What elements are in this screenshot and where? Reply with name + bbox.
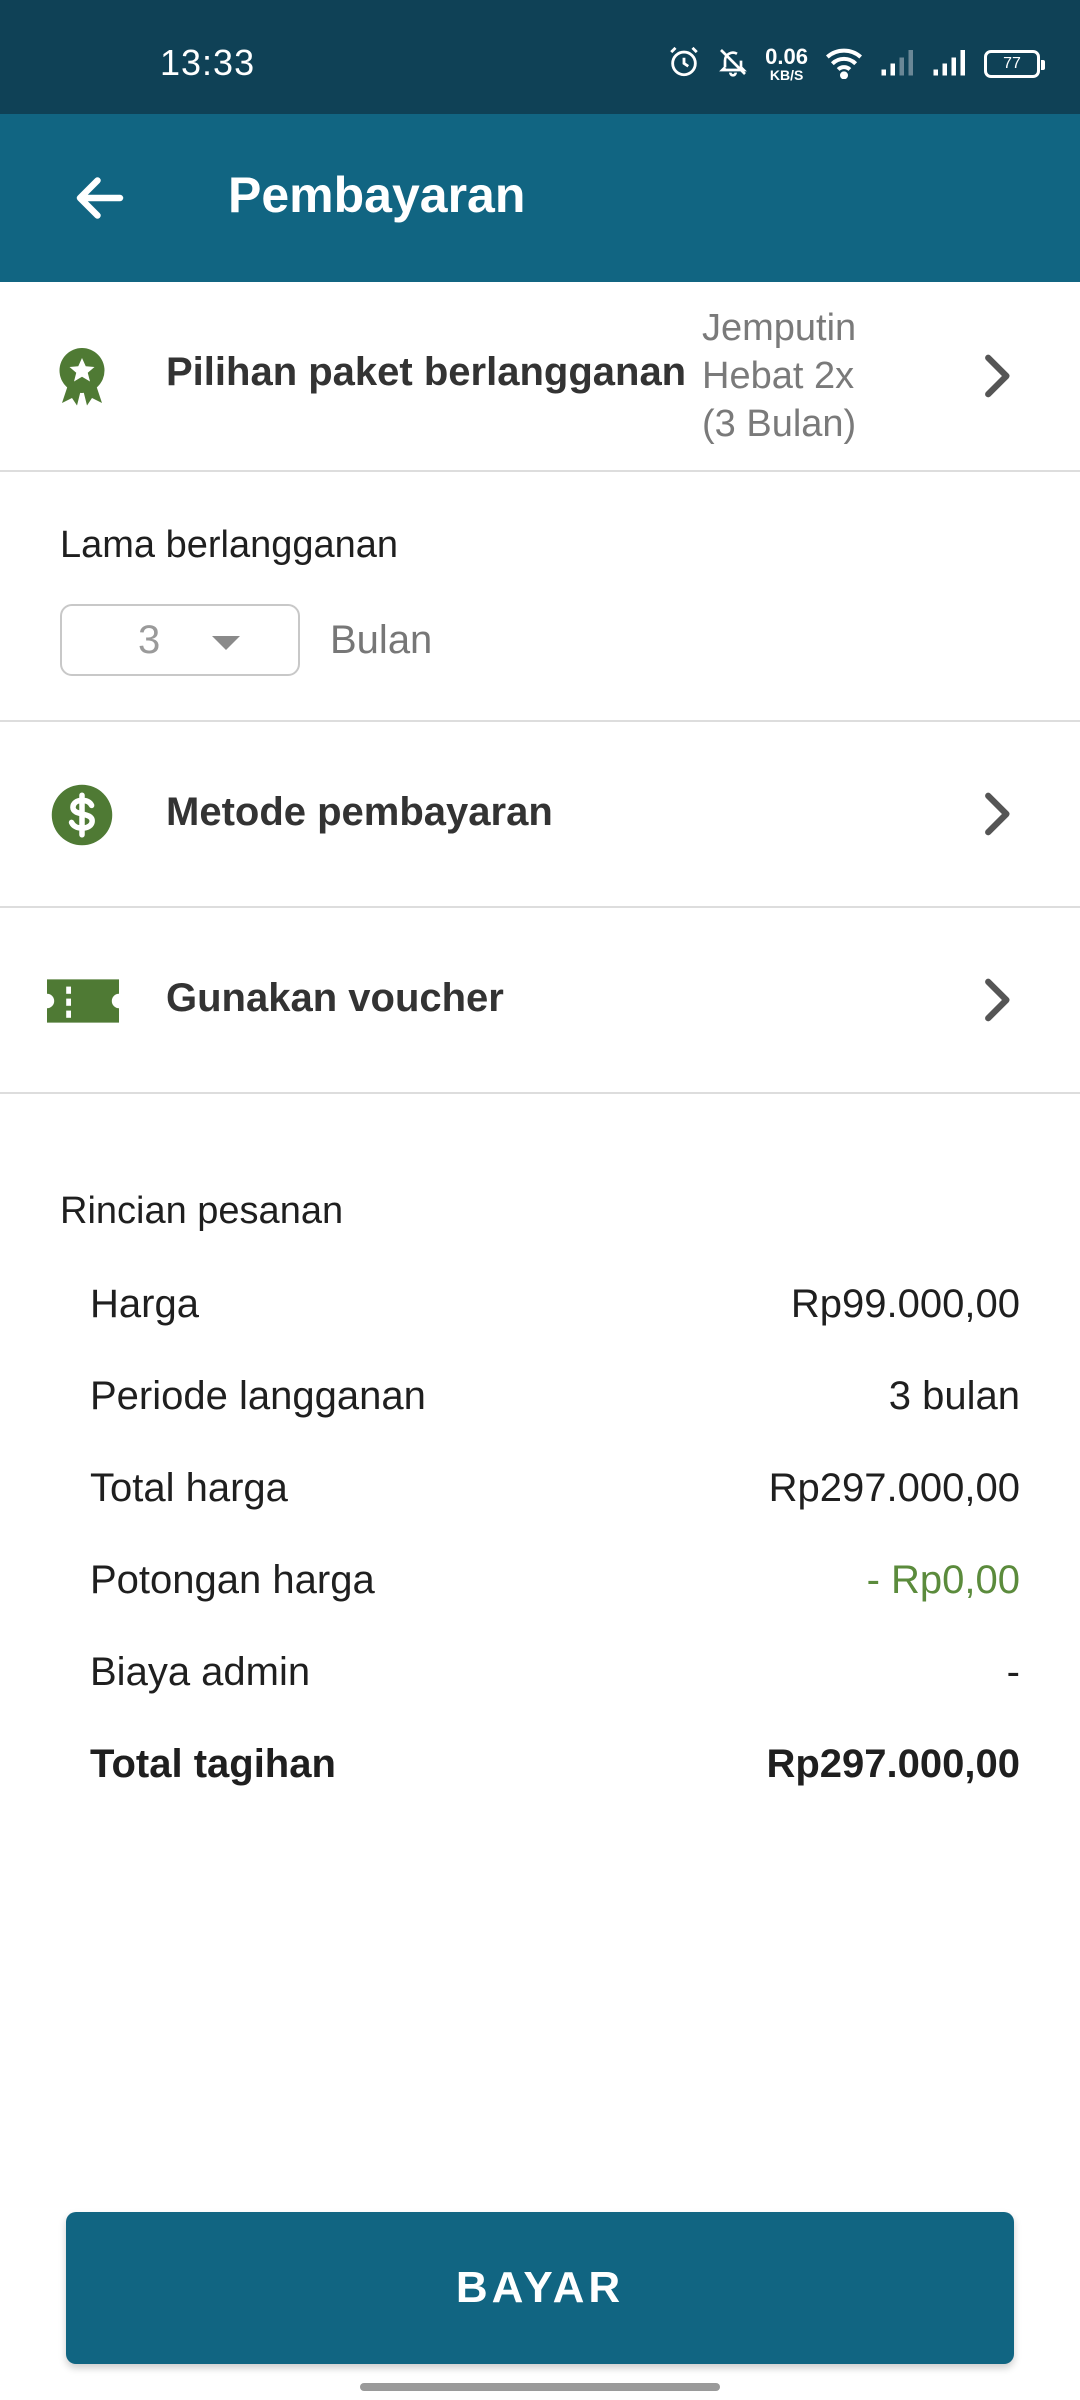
voucher-row[interactable]: Gunakan voucher — [0, 908, 1080, 1094]
plan-value-line: (3 Bulan) — [702, 403, 857, 445]
summary-value: - — [1006, 1650, 1020, 1694]
page-title: Pembayaran — [228, 167, 526, 223]
award-ribbon-icon — [44, 342, 120, 414]
summary-row-discount: Potongan harga - Rp0,00 — [90, 1558, 1020, 1618]
duration-select[interactable]: 3 — [60, 604, 300, 676]
summary-value: Rp297.000,00 — [766, 1742, 1020, 1786]
network-speed: 0.06 KB/S — [765, 44, 808, 83]
chevron-right-icon — [976, 786, 1016, 842]
summary-row-price: Harga Rp99.000,00 — [90, 1282, 1020, 1342]
voucher-label: Gunakan voucher — [166, 976, 504, 1020]
summary-row-total-price: Total harga Rp297.000,00 — [90, 1466, 1020, 1526]
dollar-circle-icon — [44, 780, 120, 850]
duration-unit: Bulan — [330, 618, 433, 662]
summary-row-admin-fee: Biaya admin - — [90, 1650, 1020, 1710]
subscription-plan-row[interactable]: Pilihan paket berlangganan Jemputin Heba… — [0, 282, 1080, 472]
home-indicator[interactable] — [360, 2383, 720, 2391]
payment-method-label: Metode pembayaran — [166, 790, 553, 834]
wifi-icon — [824, 45, 864, 84]
summary-label: Potongan harga — [90, 1558, 375, 1602]
signal-icon — [932, 47, 968, 82]
payment-method-row[interactable]: Metode pembayaran — [0, 722, 1080, 908]
status-bar: 13:33 0.06 KB/S 77 — [0, 0, 1080, 114]
summary-value: 3 bulan — [888, 1374, 1020, 1418]
status-icons: 0.06 KB/S 77 — [667, 44, 1045, 84]
plan-value-line: Jemputin — [702, 307, 857, 349]
chevron-right-icon — [976, 348, 1016, 404]
network-speed-value: 0.06 — [765, 44, 808, 69]
summary-label: Periode langganan — [90, 1374, 426, 1418]
plan-value-line: Hebat 2x — [702, 355, 855, 397]
subscription-plan-label: Pilihan paket berlangganan — [166, 350, 687, 394]
summary-value: Rp297.000,00 — [768, 1466, 1020, 1510]
duration-label: Lama berlangganan — [60, 524, 399, 566]
summary-row-total-bill: Total tagihan Rp297.000,00 — [90, 1742, 1020, 1802]
back-button[interactable] — [60, 158, 140, 238]
summary-label: Total tagihan — [90, 1742, 336, 1786]
subscription-plan-value: Jemputin Hebat 2x (3 Bulan) — [702, 304, 932, 448]
order-summary-title: Rincian pesanan — [60, 1190, 344, 1232]
subscription-duration-section: Lama berlangganan 3 Bulan — [0, 472, 1080, 722]
summary-label: Biaya admin — [90, 1650, 311, 1694]
ticket-icon — [44, 976, 122, 1026]
network-speed-unit: KB/S — [769, 67, 804, 83]
bell-off-icon — [717, 46, 749, 83]
duration-selected-value: 3 — [138, 618, 161, 662]
pay-button[interactable]: BAYAR — [66, 2212, 1014, 2364]
caret-down-icon — [212, 636, 240, 650]
chevron-right-icon — [976, 972, 1016, 1028]
app-bar: Pembayaran — [0, 114, 1080, 282]
status-time: 13:33 — [160, 42, 256, 83]
battery-icon: 77 — [984, 50, 1045, 78]
summary-value: Rp99.000,00 — [790, 1282, 1020, 1326]
battery-level: 77 — [1003, 55, 1021, 72]
alarm-icon — [667, 45, 701, 84]
summary-value: - Rp0,00 — [866, 1558, 1020, 1602]
summary-label: Total harga — [90, 1466, 288, 1510]
signal-icon — [880, 47, 916, 82]
arrow-left-icon — [76, 177, 124, 219]
summary-row-period: Periode langganan 3 bulan — [90, 1374, 1020, 1434]
summary-label: Harga — [90, 1282, 199, 1326]
